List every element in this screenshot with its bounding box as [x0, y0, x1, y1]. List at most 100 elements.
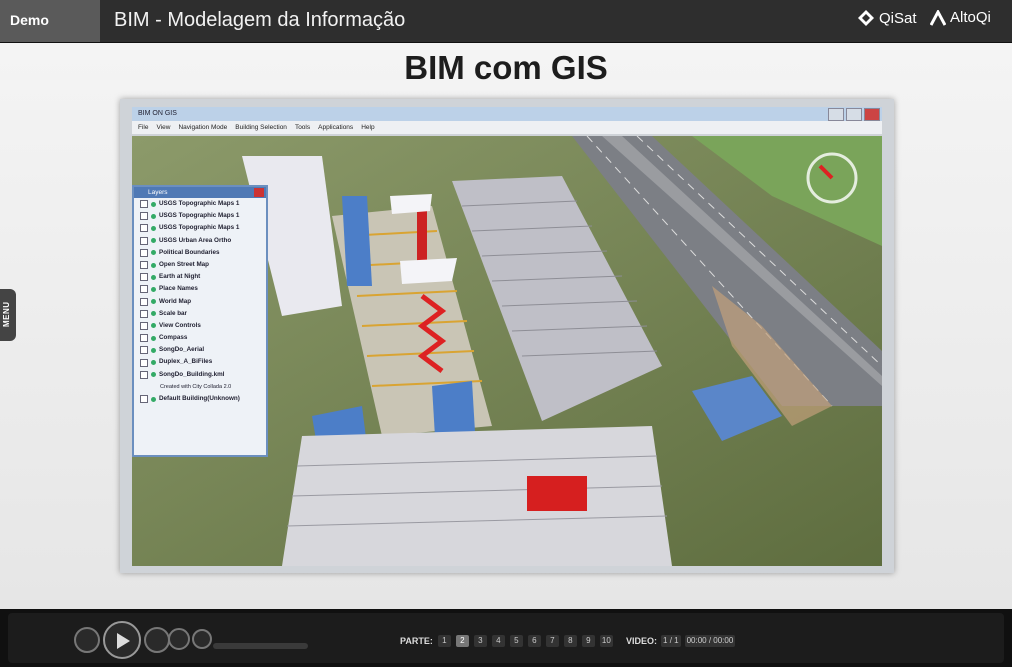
menu-view: View	[156, 124, 171, 131]
menu-building-selection: Building Selection	[235, 124, 287, 131]
layer-label: Earth at Night	[159, 273, 201, 281]
part-6[interactable]: 6	[527, 635, 541, 647]
layer-item[interactable]: USGS Urban Area Ortho	[134, 235, 266, 247]
layers-panel: Layers USGS Topographic Maps 1 USGS Topo…	[132, 185, 268, 457]
volume-icon[interactable]	[192, 629, 212, 649]
layer-label: Duplex_A_BiFiles	[159, 358, 213, 366]
layer-label: USGS Topographic Maps 1	[159, 224, 240, 232]
menu-help: Help	[361, 124, 375, 131]
top-bar: Demo BIM - Modelagem da Informação QiSat…	[0, 0, 1012, 43]
part-3[interactable]: 3	[473, 635, 487, 647]
video-label: VIDEO:	[626, 636, 658, 646]
part-9[interactable]: 9	[581, 635, 595, 647]
layer-item[interactable]: USGS Topographic Maps 1	[134, 222, 266, 234]
globe-icon	[151, 311, 156, 317]
minimize-icon	[828, 108, 844, 121]
checkbox[interactable]	[140, 309, 148, 318]
checkbox[interactable]	[140, 273, 148, 282]
maximize-icon	[846, 108, 862, 121]
menu-file: File	[138, 124, 149, 131]
play-icon	[117, 633, 130, 649]
altoqi-icon	[930, 9, 946, 26]
globe-icon	[151, 238, 156, 244]
demo-tab[interactable]: Demo	[0, 0, 100, 42]
checkbox[interactable]	[140, 395, 148, 404]
layer-item[interactable]: Scale bar	[134, 308, 266, 320]
globe-icon	[151, 360, 156, 366]
previous-button[interactable]	[74, 627, 100, 653]
play-button[interactable]	[103, 621, 141, 659]
checkbox[interactable]	[140, 261, 148, 270]
settings-button[interactable]	[168, 628, 190, 650]
checkbox[interactable]	[140, 321, 148, 330]
layer-item[interactable]: Open Street Map	[134, 259, 266, 271]
layer-item[interactable]: View Controls	[134, 320, 266, 332]
menu-navigation-mode: Navigation Mode	[178, 124, 228, 131]
checkbox[interactable]	[140, 248, 148, 257]
layer-label: USGS Urban Area Ortho	[159, 236, 232, 244]
part-2[interactable]: 2	[455, 635, 469, 647]
control-strip: PARTE: 1 2 3 4 5 6 7 8 9 10 VIDEO: 1 / 1…	[8, 613, 1004, 663]
video-info: VIDEO: 1 / 1 00:00 / 00:00	[626, 635, 736, 647]
layer-item[interactable]: Political Boundaries	[134, 247, 266, 259]
menu-tab-label: MENU	[2, 301, 11, 327]
layer-item[interactable]: World Map	[134, 296, 266, 308]
course-title: BIM - Modelagem da Informação	[114, 9, 406, 31]
part-1[interactable]: 1	[437, 635, 451, 647]
volume-slider[interactable]	[213, 643, 308, 649]
layer-item[interactable]: Compass	[134, 332, 266, 344]
altoqi-label: AltoQi	[950, 9, 991, 26]
layer-note-text: Created with City Collada 2.0	[160, 383, 232, 390]
screenshot-frame: BIM ON GIS File View Navigation Mode Bui…	[120, 99, 894, 573]
layer-item[interactable]: Earth at Night	[134, 271, 266, 283]
checkbox[interactable]	[140, 236, 148, 245]
layer-label: SongDo_Building.kml	[159, 370, 225, 378]
layer-item[interactable]: Place Names	[134, 283, 266, 295]
part-10[interactable]: 10	[599, 635, 613, 647]
checkbox[interactable]	[140, 346, 148, 355]
globe-icon	[151, 323, 156, 329]
layer-item[interactable]: USGS Topographic Maps 1	[134, 210, 266, 222]
part-5[interactable]: 5	[509, 635, 523, 647]
next-button[interactable]	[144, 627, 170, 653]
part-4[interactable]: 4	[491, 635, 505, 647]
layer-item[interactable]: SongDo_Building.kml	[134, 369, 266, 381]
checkbox[interactable]	[140, 285, 148, 294]
layer-item[interactable]: USGS Topographic Maps 1	[134, 198, 266, 210]
globe-icon	[151, 262, 156, 268]
window-menubar: File View Navigation Mode Building Selec…	[132, 121, 882, 134]
time-display: 00:00 / 00:00	[684, 635, 736, 647]
part-8[interactable]: 8	[563, 635, 577, 647]
layer-item[interactable]: Duplex_A_BiFiles	[134, 356, 266, 368]
menu-tab[interactable]: MENU	[0, 289, 16, 341]
part-label: PARTE:	[400, 636, 433, 646]
layer-item[interactable]: Default Building(Unknown)	[134, 393, 266, 405]
layer-label: USGS Topographic Maps 1	[159, 212, 240, 220]
layer-note: Created with City Collada 2.0	[134, 381, 266, 393]
checkbox[interactable]	[140, 334, 148, 343]
layer-item[interactable]: SongDo_Aerial	[134, 344, 266, 356]
globe-icon	[151, 396, 156, 402]
checkbox[interactable]	[140, 297, 148, 306]
layer-label: World Map	[159, 297, 192, 305]
globe-icon	[151, 347, 156, 353]
globe-icon	[151, 335, 156, 341]
checkbox[interactable]	[140, 212, 148, 221]
video-counter: 1 / 1	[661, 635, 681, 647]
checkbox[interactable]	[140, 200, 148, 209]
checkbox[interactable]	[140, 358, 148, 367]
slide-title: BIM com GIS	[404, 49, 608, 86]
menu-applications: Applications	[318, 124, 354, 131]
layer-label: Place Names	[159, 285, 198, 293]
checkbox[interactable]	[140, 224, 148, 233]
close-icon[interactable]	[254, 188, 264, 197]
checkbox[interactable]	[140, 370, 148, 379]
globe-icon	[151, 274, 156, 280]
globe-icon	[151, 299, 156, 305]
menu-tools: Tools	[294, 124, 311, 131]
layer-label: SongDo_Aerial	[159, 346, 205, 354]
layers-panel-header: Layers	[134, 187, 266, 198]
part-7[interactable]: 7	[545, 635, 559, 647]
part-selector: PARTE: 1 2 3 4 5 6 7 8 9 10	[400, 635, 613, 647]
slide-area: BIM com GIS MENU BIM ON GIS File View Na…	[0, 43, 1012, 609]
